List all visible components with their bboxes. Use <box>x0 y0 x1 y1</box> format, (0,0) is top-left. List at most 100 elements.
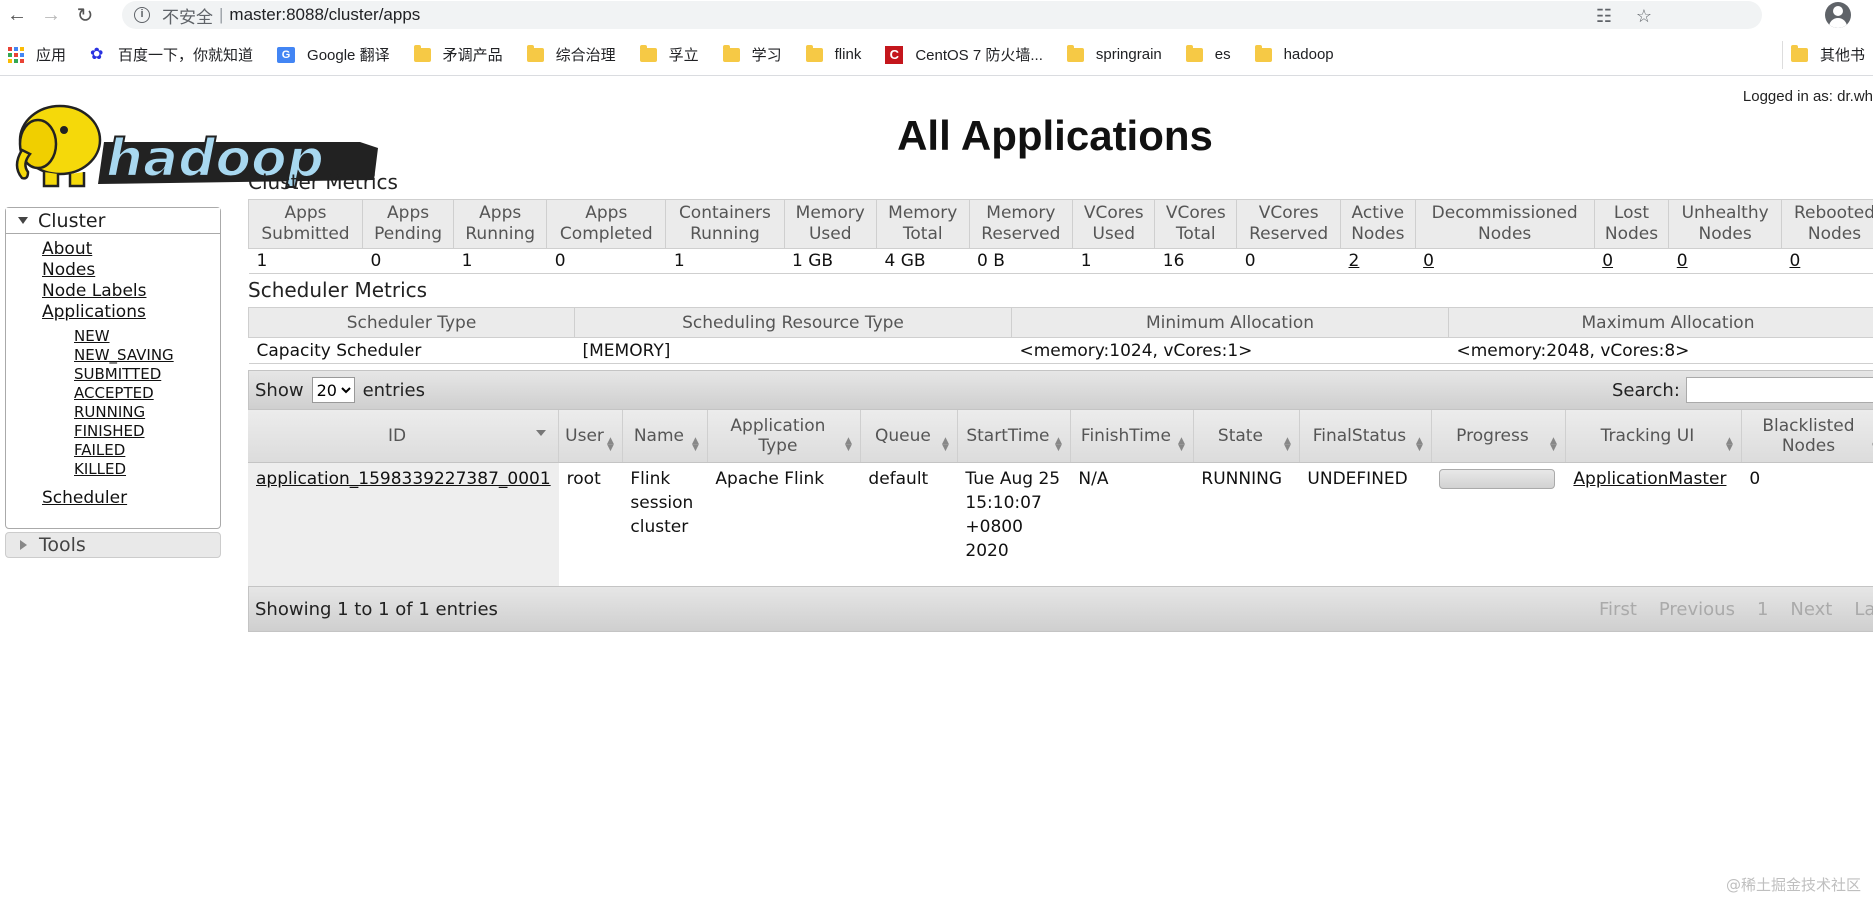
bookmark-folder[interactable]: es <box>1178 41 1239 69</box>
cluster-metric-header: Active Nodes <box>1340 199 1416 249</box>
nav-app-state-accepted[interactable]: ACCEPTED <box>74 384 220 403</box>
nav-app-state-finished[interactable]: FINISHED <box>74 422 220 441</box>
cluster-metric-link[interactable]: 2 <box>1349 251 1360 271</box>
cluster-nav: Cluster About Nodes Node Labels Applicat… <box>5 207 221 529</box>
bookmark-baidu[interactable]: ✿ 百度一下，你就知道 <box>82 41 261 69</box>
resource-type-header: Scheduling Resource Type <box>574 307 1012 338</box>
pager-first-button[interactable]: First <box>1599 599 1637 620</box>
address-bar[interactable]: i 不安全 | master:8088/cluster/apps ☷ ☆ <box>122 1 1762 29</box>
column-header-start-time[interactable]: StartTime ▲ ▼ <box>957 410 1071 463</box>
nav-link-applications[interactable]: Applications <box>42 302 220 323</box>
column-header-state[interactable]: State ▲ ▼ <box>1193 410 1300 463</box>
tracking-ui-link[interactable]: ApplicationMaster <box>1573 469 1726 489</box>
nav-app-state-failed[interactable]: FAILED <box>74 441 220 460</box>
cluster-metric-link[interactable]: 0 <box>1602 251 1613 271</box>
column-header-tracking-ui[interactable]: Tracking UI ▲ ▼ <box>1565 410 1742 463</box>
app-name-cell: Flink session cluster <box>630 468 694 537</box>
cluster-metric-link[interactable]: 0 <box>1677 251 1688 271</box>
nav-app-state-submitted[interactable]: SUBMITTED <box>74 365 220 384</box>
bookmark-folder[interactable]: flink <box>798 41 870 69</box>
hadoop-page: hadoop Logged in as: dr.wh All Applicati… <box>0 78 1873 905</box>
scheduler-metrics-title: Scheduler Metrics <box>248 278 428 302</box>
cluster-section-header[interactable]: Cluster <box>6 208 220 234</box>
column-header-queue[interactable]: Queue ▲ ▼ <box>860 410 958 463</box>
table-info: Showing 1 to 1 of 1 entries <box>255 598 498 620</box>
search-input[interactable] <box>1685 377 1873 403</box>
back-arrow-icon[interactable]: ← <box>0 2 34 28</box>
sort-icon: ▲▼ <box>941 435 949 453</box>
bookmark-folder[interactable]: 学习 <box>715 41 790 69</box>
chevron-down-icon <box>18 217 28 224</box>
cluster-metric-value: 0 <box>546 248 666 274</box>
forward-arrow-icon[interactable]: → <box>34 2 68 28</box>
column-header-application-type[interactable]: Application Type ▲ ▼ <box>707 410 861 463</box>
column-header-id[interactable]: ID <box>248 410 560 463</box>
nav-app-state-new[interactable]: NEW <box>74 327 220 346</box>
cluster-metric-link[interactable]: 0 <box>1789 251 1800 271</box>
show-label: Show <box>255 379 304 401</box>
bookmark-label: flink <box>834 46 862 63</box>
entries-select[interactable]: 20 <box>311 377 355 403</box>
tools-section-header[interactable]: Tools <box>5 532 221 558</box>
sort-icon: ▲▼ <box>844 435 852 453</box>
url-text[interactable]: master:8088/cluster/apps <box>229 5 420 25</box>
cluster-metric-value: 1 <box>248 248 363 274</box>
cluster-metric-link[interactable]: 0 <box>1423 251 1434 271</box>
cluster-metric-header: VCores Used <box>1072 199 1156 249</box>
centos-icon: C <box>885 45 904 64</box>
bookmark-label: 学习 <box>751 47 782 64</box>
entries-label: entries <box>362 379 425 401</box>
bookmark-folder[interactable]: 综合治理 <box>519 41 624 69</box>
folder-icon <box>1790 44 1808 62</box>
nav-link-about[interactable]: About <box>42 239 220 260</box>
bookmark-google-translate[interactable]: G Google 翻译 <box>269 41 398 69</box>
column-header-final-status[interactable]: FinalStatus ▲ ▼ <box>1299 410 1432 463</box>
pager-last-button[interactable]: Last <box>1854 599 1873 620</box>
bookmark-apps[interactable]: 应用 <box>0 41 74 69</box>
bookmark-folder[interactable]: hadoop <box>1247 41 1342 69</box>
star-icon[interactable]: ☆ <box>1632 4 1656 28</box>
column-header-user[interactable]: User ▲ ▼ <box>558 410 623 463</box>
reload-icon[interactable]: ↻ <box>68 2 102 28</box>
search-box: Search: <box>1612 377 1873 403</box>
scheduler-metrics-table: Scheduler Type Scheduling Resource Type … <box>248 307 1873 364</box>
column-header-blacklisted-nodes[interactable]: Blacklisted Nodes▲▼ <box>1741 410 1873 463</box>
nav-app-state-running[interactable]: RUNNING <box>74 403 220 422</box>
applications-table: ID User ▲ ▼ Name ▲ ▼ Application Type ▲ ▼ Queu… <box>248 410 1873 586</box>
bookmark-label: Google 翻译 <box>307 47 390 64</box>
cluster-metric-value: 1 GB <box>784 248 877 274</box>
bookmark-folder[interactable]: 孚立 <box>632 41 707 69</box>
sort-icon: ▲▼ <box>1177 435 1185 453</box>
nav-link-scheduler[interactable]: Scheduler <box>42 488 220 508</box>
pagination: First Previous 1 Next Last <box>1599 599 1873 620</box>
pager-next-button[interactable]: Next <box>1790 599 1832 620</box>
app-id-link[interactable]: application_1598339227387_0001 <box>256 469 551 489</box>
nav-link-node-labels[interactable]: Node Labels <box>42 281 220 302</box>
cluster-metric-header: Apps Completed <box>546 199 667 249</box>
cluster-metric-header: Apps Pending <box>361 199 455 249</box>
bookmark-folder[interactable]: 矛调产品 <box>406 41 511 69</box>
cluster-metric-header: Memory Reserved <box>968 199 1074 249</box>
bookmark-centos[interactable]: C CentOS 7 防火墙... <box>877 41 1051 69</box>
app-queue-cell: default <box>868 468 929 489</box>
folder-icon <box>1066 44 1084 62</box>
pager-page-1-button[interactable]: 1 <box>1757 599 1768 620</box>
nav-app-state-new-saving[interactable]: NEW_SAVING <box>74 346 220 365</box>
nav-app-state-killed[interactable]: KILLED <box>74 460 220 479</box>
bookmark-other[interactable]: 其他书 <box>1781 40 1873 69</box>
google-translate-icon: G <box>277 46 296 63</box>
folder-icon <box>526 44 544 62</box>
pager-previous-button[interactable]: Previous <box>1659 599 1735 620</box>
nav-link-nodes[interactable]: Nodes <box>42 260 220 281</box>
info-icon[interactable]: i <box>134 7 150 23</box>
translate-icon[interactable]: ☷ <box>1592 4 1616 28</box>
sort-icon: ▲▼ <box>691 435 699 453</box>
column-header-progress[interactable]: Progress ▲ ▼ <box>1431 410 1566 463</box>
bookmark-folder[interactable]: springrain <box>1059 41 1170 69</box>
column-header-name[interactable]: Name ▲ ▼ <box>622 410 708 463</box>
bookmark-label: 应用 <box>36 47 67 64</box>
profile-avatar-icon[interactable] <box>1825 2 1851 28</box>
baidu-icon: ✿ <box>90 45 104 63</box>
app-finish-time-cell: N/A <box>1078 468 1109 489</box>
column-header-finish-time[interactable]: FinishTime ▲ ▼ <box>1070 410 1194 463</box>
